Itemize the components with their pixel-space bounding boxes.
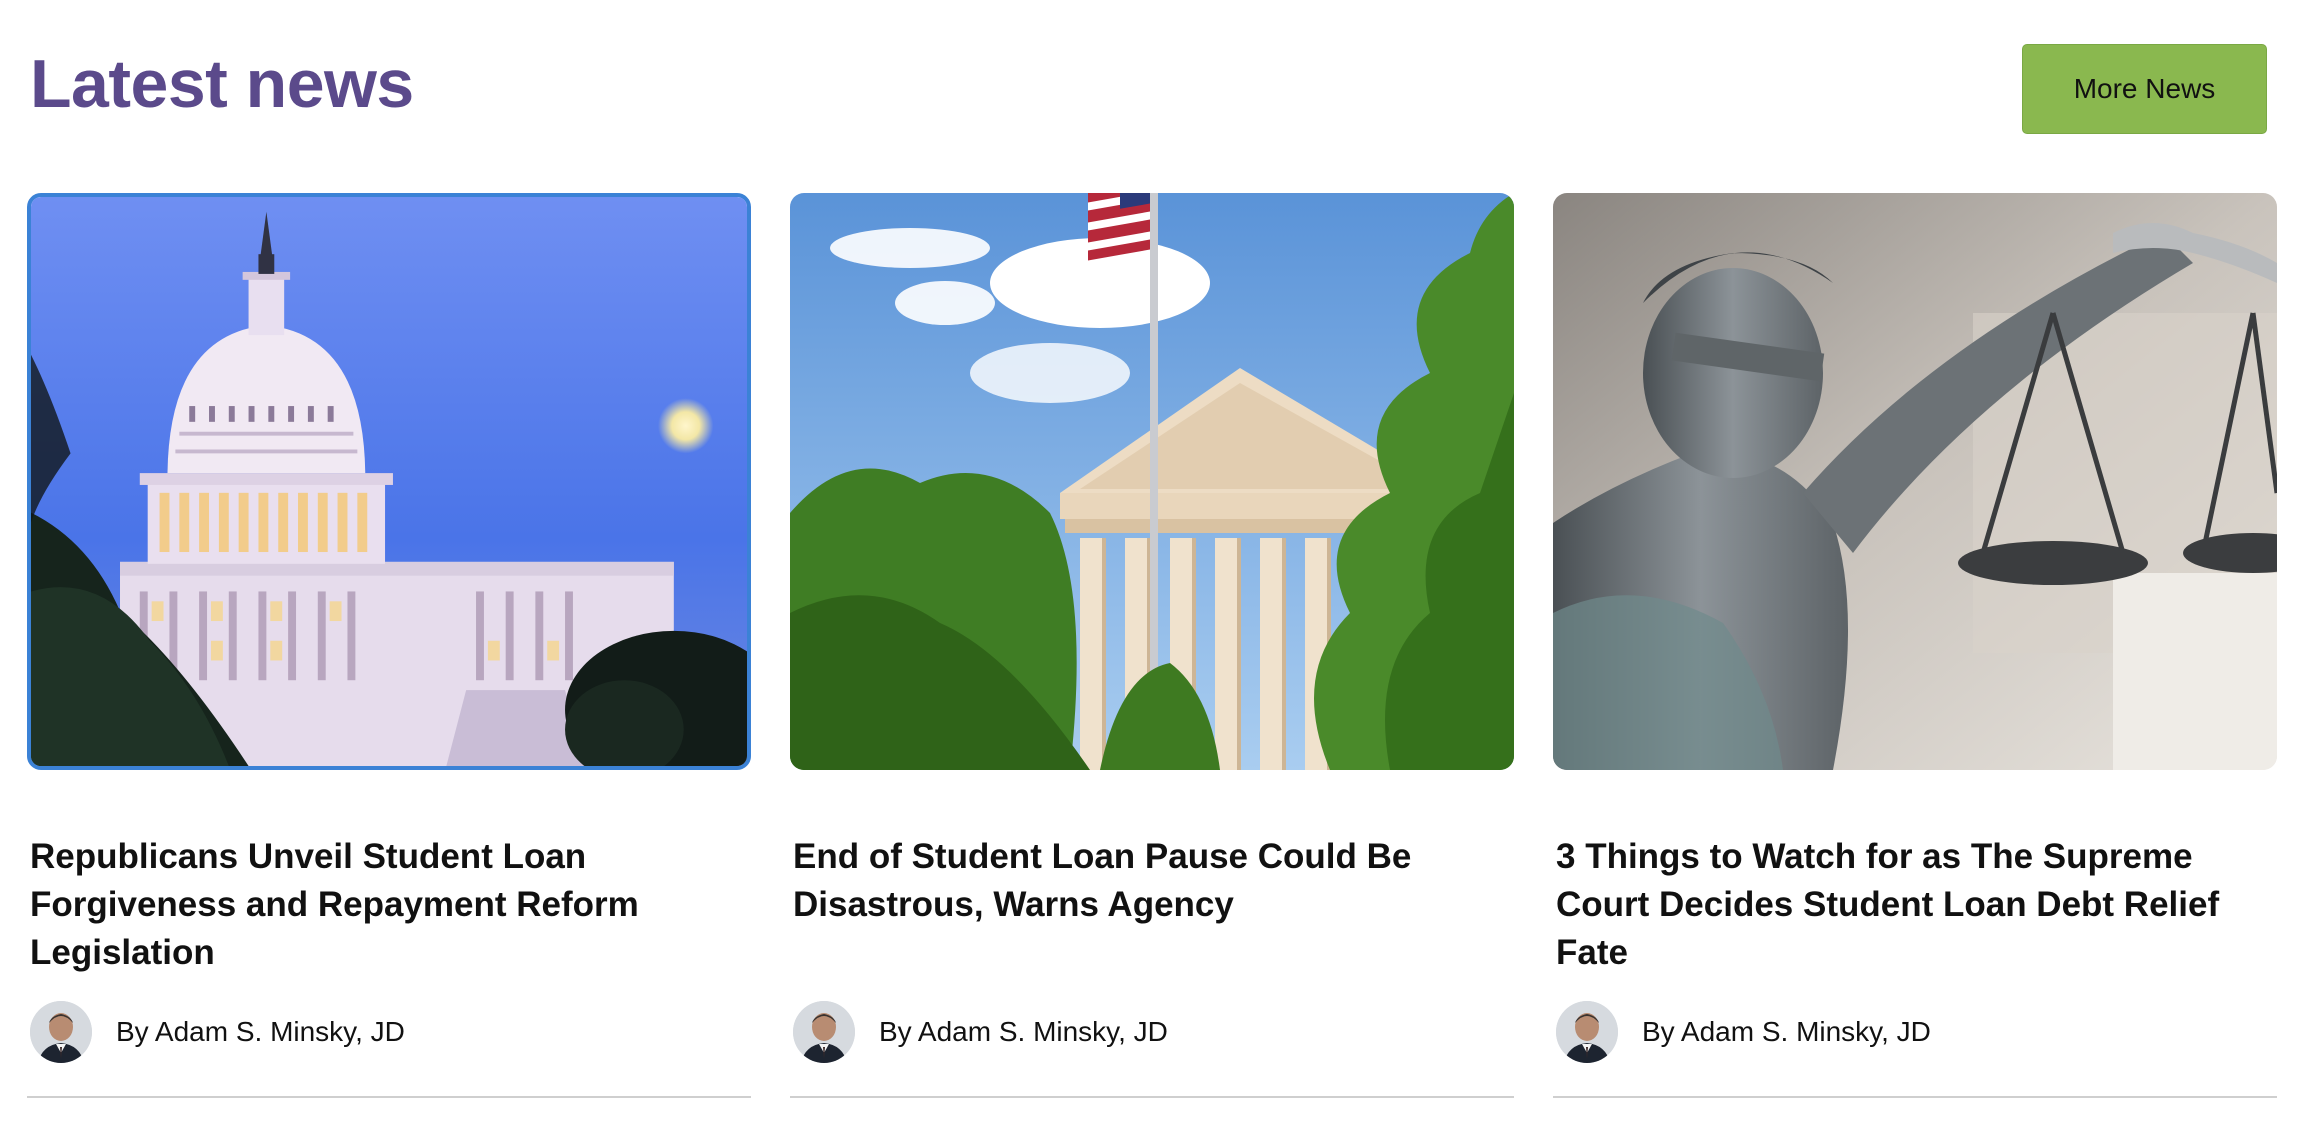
author-avatar [1556, 1001, 1618, 1063]
article-headline[interactable]: End of Student Loan Pause Could Be Disas… [793, 833, 1483, 929]
article-byline: By Adam S. Minsky, JD [793, 1001, 1168, 1063]
article-byline: By Adam S. Minsky, JD [30, 1001, 405, 1063]
us-capitol-image[interactable] [27, 193, 751, 770]
card-divider [27, 1096, 751, 1098]
page-title: Latest news [30, 46, 414, 122]
news-card-list: Republicans Unveil Student Loan Forgiven… [27, 193, 2277, 1103]
article-headline[interactable]: Republicans Unveil Student Loan Forgiven… [30, 833, 720, 977]
news-card[interactable]: 3 Things to Watch for as The Supreme Cou… [1553, 193, 2277, 1103]
author-name[interactable]: By Adam S. Minsky, JD [1642, 1016, 1931, 1048]
author-avatar [30, 1001, 92, 1063]
supreme-court-image[interactable] [790, 193, 1514, 770]
card-divider [1553, 1096, 2277, 1098]
author-name[interactable]: By Adam S. Minsky, JD [879, 1016, 1168, 1048]
author-name[interactable]: By Adam S. Minsky, JD [116, 1016, 405, 1048]
lady-justice-image[interactable] [1553, 193, 2277, 770]
news-card[interactable]: Republicans Unveil Student Loan Forgiven… [27, 193, 751, 1103]
news-header: Latest news More News [30, 44, 2270, 134]
article-byline: By Adam S. Minsky, JD [1556, 1001, 1931, 1063]
card-divider [790, 1096, 1514, 1098]
news-card[interactable]: End of Student Loan Pause Could Be Disas… [790, 193, 1514, 1103]
author-avatar [793, 1001, 855, 1063]
article-headline[interactable]: 3 Things to Watch for as The Supreme Cou… [1556, 833, 2246, 977]
more-news-button[interactable]: More News [2022, 44, 2267, 134]
